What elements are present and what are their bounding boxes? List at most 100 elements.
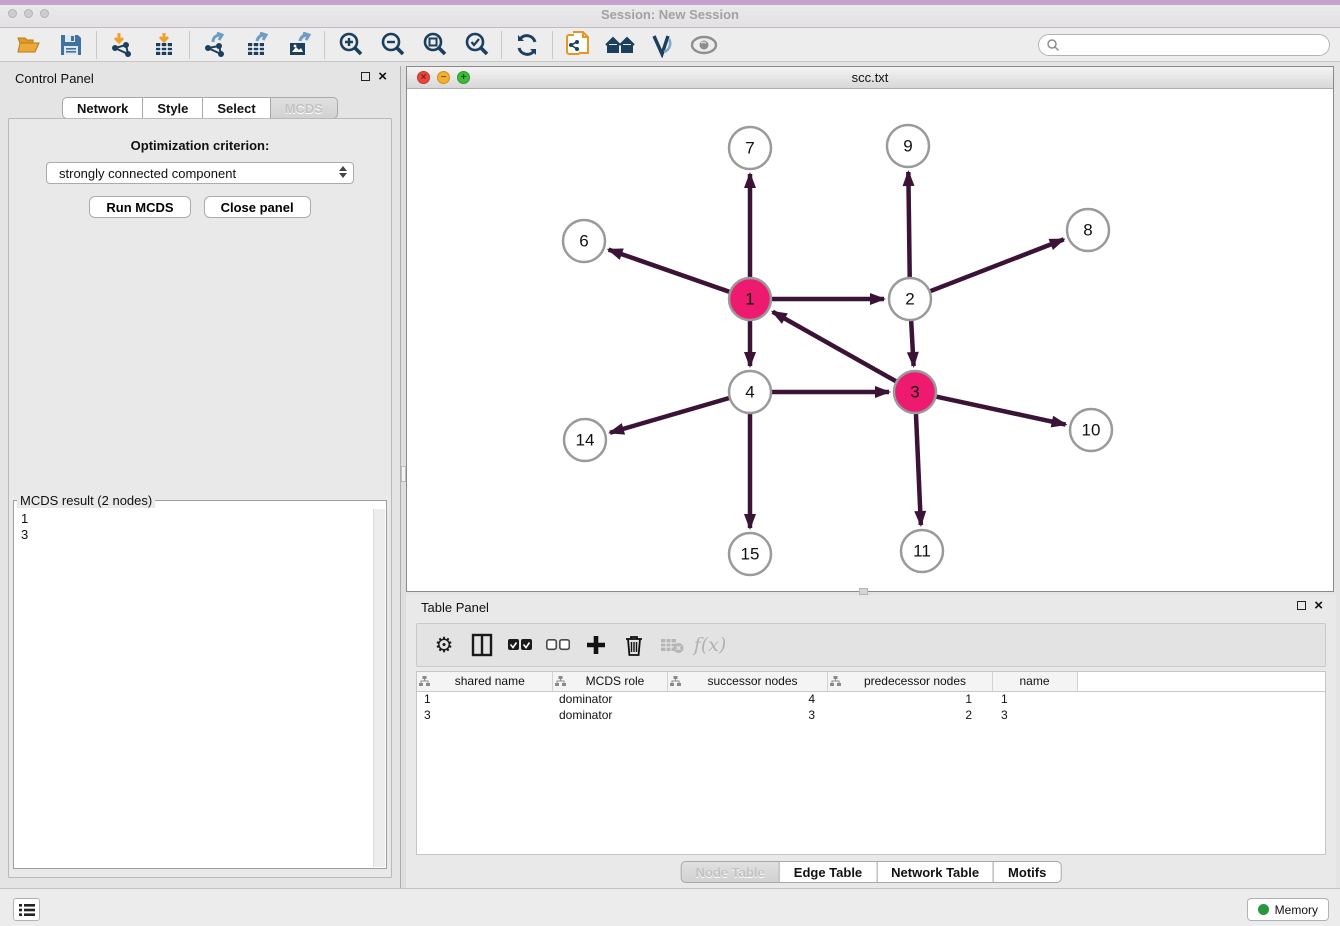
table-cell[interactable]: 4	[667, 691, 827, 707]
zoom-selected-icon[interactable]	[461, 30, 491, 60]
table-body: 1dominator4113dominator323	[417, 691, 1325, 723]
result-scrollbar[interactable]	[373, 509, 385, 867]
table-toolbar: ⚙ f(x)	[416, 623, 1326, 667]
column-header-successor-nodes[interactable]: successor nodes	[667, 672, 827, 691]
combo-stepper-icon	[339, 166, 347, 178]
toolbar-separator	[189, 31, 190, 59]
table-cell[interactable]: dominator	[552, 707, 667, 723]
table-row[interactable]: 1dominator411	[417, 691, 1325, 707]
toolbar-separator	[552, 31, 553, 59]
table-cell[interactable]: 1	[417, 691, 552, 707]
select-all-columns-icon[interactable]	[505, 630, 535, 660]
close-panel-icon[interactable]: ×	[378, 71, 387, 82]
tab-mcds[interactable]: MCDS	[270, 97, 338, 119]
run-mcds-button[interactable]: Run MCDS	[89, 196, 190, 218]
graph-node-label-15: 15	[741, 545, 760, 564]
home-icon[interactable]	[605, 30, 635, 60]
zoom-fit-icon[interactable]	[419, 30, 449, 60]
selected-criterion: strongly connected component	[59, 166, 236, 181]
graph-node-label-2: 2	[905, 290, 914, 309]
toolbar-separator	[501, 31, 502, 59]
zoom-in-icon[interactable]	[335, 30, 365, 60]
open-file-icon[interactable]	[14, 30, 44, 60]
table-cell[interactable]: dominator	[552, 691, 667, 707]
close-panel-button[interactable]: Close panel	[204, 196, 311, 218]
create-column-plus-icon[interactable]	[581, 630, 611, 660]
function-builder-icon[interactable]: f(x)	[695, 630, 725, 660]
float-panel-icon[interactable]	[361, 72, 370, 81]
hide-details-icon[interactable]	[647, 30, 677, 60]
tab-network-table[interactable]: Network Table	[876, 861, 994, 883]
optimization-criterion-select[interactable]: strongly connected component	[46, 162, 354, 184]
import-network-icon[interactable]	[107, 30, 137, 60]
table-cell[interactable]: 2	[827, 707, 992, 723]
export-table-icon[interactable]	[242, 30, 272, 60]
table-settings-gear-icon[interactable]: ⚙	[429, 630, 459, 660]
table-cell[interactable]: 3	[992, 707, 1077, 723]
table-cell[interactable]: 1	[992, 691, 1077, 707]
mcds-tab-content: Optimization criterion: strongly connect…	[8, 118, 392, 878]
tab-style[interactable]: Style	[142, 97, 203, 119]
main-toolbar	[0, 28, 1340, 62]
graph-edge-1-6[interactable]	[609, 250, 730, 292]
unselect-all-columns-icon[interactable]	[543, 630, 573, 660]
network-canvas[interactable]: 1234678910111415	[407, 90, 1333, 591]
graph-edge-2-8[interactable]	[931, 239, 1064, 291]
table-cell[interactable]: 3	[417, 707, 552, 723]
float-table-panel-icon[interactable]	[1297, 601, 1306, 610]
tab-network[interactable]: Network	[62, 97, 143, 119]
export-image-icon[interactable]	[284, 30, 314, 60]
hierarchy-icon	[670, 676, 681, 687]
table-row[interactable]: 3dominator323	[417, 707, 1325, 723]
network-canvas-svg: 1234678910111415	[407, 90, 1333, 591]
network-window-title: scc.txt	[407, 70, 1333, 85]
export-network-icon[interactable]	[200, 30, 230, 60]
tab-motifs[interactable]: Motifs	[993, 861, 1061, 883]
graph-edge-4-14[interactable]	[610, 398, 729, 433]
column-header-MCDS-role[interactable]: MCDS role	[552, 672, 667, 691]
tab-node-table[interactable]: Node Table	[681, 861, 780, 883]
eye-icon[interactable]	[689, 30, 719, 60]
close-table-panel-icon[interactable]: ×	[1314, 600, 1323, 611]
first-neighbors-icon[interactable]	[563, 30, 593, 60]
memory-button[interactable]: Memory	[1247, 898, 1329, 921]
graph-node-label-11: 11	[913, 542, 931, 561]
graph-node-label-6: 6	[579, 232, 588, 251]
hierarchy-icon	[555, 676, 566, 687]
app-titlebar: Session: New Session	[0, 0, 1340, 28]
graph-edge-2-3[interactable]	[911, 321, 913, 366]
graph-node-label-1: 1	[745, 290, 754, 309]
mcds-result-box: MCDS result (2 nodes) 1 3	[13, 493, 387, 869]
window-resize-grip[interactable]	[859, 588, 868, 595]
graph-node-label-10: 10	[1082, 421, 1101, 440]
save-session-icon[interactable]	[56, 30, 86, 60]
task-history-button[interactable]	[13, 898, 40, 921]
graph-edge-3-11[interactable]	[916, 414, 921, 525]
tab-edge-table[interactable]: Edge Table	[779, 861, 877, 883]
refresh-icon[interactable]	[512, 30, 542, 60]
mcds-result-text[interactable]: 1 3	[14, 508, 372, 868]
column-header-predecessor-nodes[interactable]: predecessor nodes	[827, 672, 992, 691]
control-panel-title: Control Panel	[15, 71, 94, 86]
zoom-out-icon[interactable]	[377, 30, 407, 60]
table-cell[interactable]: 3	[667, 707, 827, 723]
show-columns-icon[interactable]	[467, 630, 497, 660]
list-icon	[19, 903, 35, 917]
graph-edge-3-10[interactable]	[937, 397, 1066, 425]
search-field[interactable]	[1038, 34, 1330, 56]
tab-select[interactable]: Select	[202, 97, 270, 119]
column-header-name[interactable]: name	[992, 672, 1077, 691]
delete-table-icon[interactable]	[657, 630, 687, 660]
table-panel-title: Table Panel	[421, 600, 489, 615]
graph-edge-2-9[interactable]	[908, 172, 909, 277]
graph-edge-3-1[interactable]	[773, 312, 896, 381]
column-header-shared-name[interactable]: shared name	[417, 672, 552, 691]
import-table-icon[interactable]	[149, 30, 179, 60]
search-input[interactable]	[1065, 36, 1329, 54]
status-bar: Memory	[0, 888, 1340, 926]
control-panel: Control Panel × Network Style Select MCD…	[0, 66, 400, 884]
table-cell[interactable]: 1	[827, 691, 992, 707]
optimization-criterion-label: Optimization criterion:	[9, 138, 391, 153]
delete-column-trash-icon[interactable]	[619, 630, 649, 660]
network-window-titlebar[interactable]: × − + scc.txt	[407, 67, 1333, 89]
